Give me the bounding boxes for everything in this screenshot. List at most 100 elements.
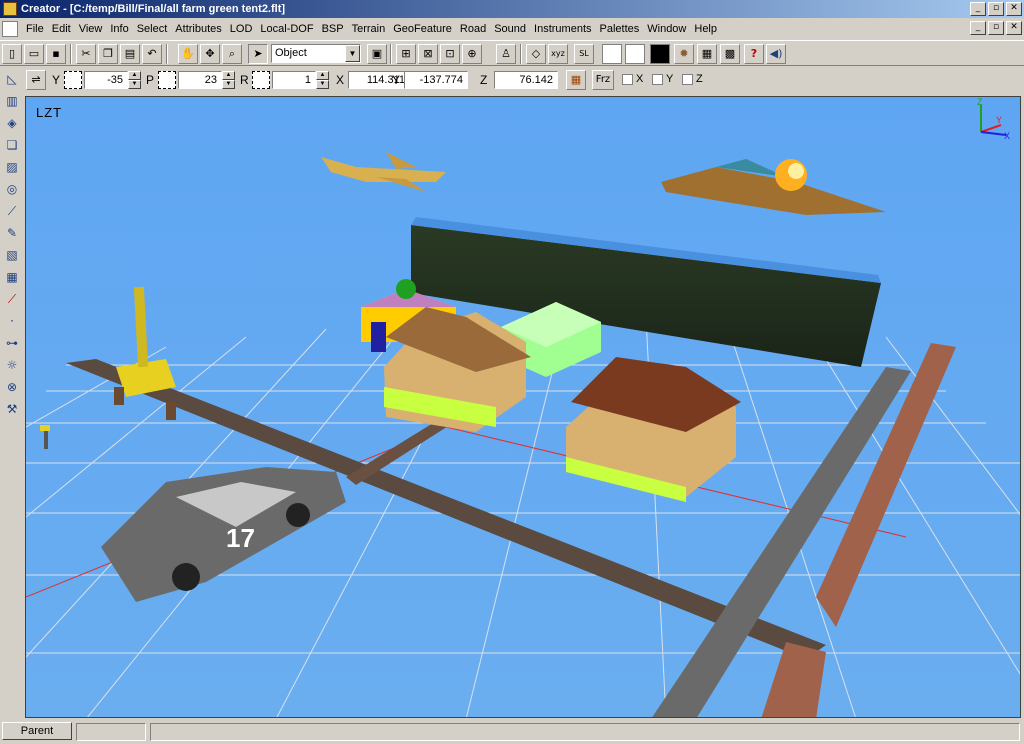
roll-lock-icon[interactable] [252, 71, 270, 89]
pointer-icon[interactable]: ➤ [248, 44, 268, 64]
sl-button[interactable]: SL [574, 44, 594, 64]
image-icon[interactable]: ▦ [2, 267, 22, 287]
modify-geometry-icon[interactable]: ◈ [2, 113, 22, 133]
transform-mode-icon[interactable]: ⇌ [26, 70, 46, 90]
eyepoint-icon[interactable]: ♙ [496, 44, 516, 64]
axis-z-label: Z [977, 97, 983, 107]
axis-x-label: X [1004, 131, 1010, 141]
menu-road[interactable]: Road [456, 23, 490, 35]
texture-icon[interactable]: ✹ [674, 44, 694, 64]
menu-attributes[interactable]: Attributes [171, 23, 225, 35]
lock-x-checkbox[interactable] [622, 74, 633, 85]
cut-icon[interactable]: ✂ [76, 44, 96, 64]
new-file-icon[interactable]: ▯ [2, 44, 22, 64]
move-icon[interactable]: ✥ [200, 44, 220, 64]
hierarchy-icon[interactable]: ⊶ [2, 333, 22, 353]
view-icon[interactable]: ◇ [526, 44, 546, 64]
texture-map-icon[interactable]: ▧ [2, 245, 22, 265]
zoom-icon[interactable]: ⌕ [222, 44, 242, 64]
vertex-icon[interactable]: · [2, 311, 22, 331]
document-icon[interactable] [2, 20, 18, 37]
doc-close-button[interactable]: ✕ [1006, 21, 1022, 35]
sound-icon[interactable]: ◀) [766, 44, 786, 64]
zoom-select-icon[interactable]: ⊞ [396, 44, 416, 64]
color-swatch-white-2[interactable] [625, 44, 645, 64]
center-view-icon[interactable]: ⊕ [462, 44, 482, 64]
parent-button[interactable]: Parent [2, 722, 72, 740]
zoom-extents-icon[interactable]: ⊡ [440, 44, 460, 64]
minimize-button[interactable]: _ [970, 2, 986, 16]
slice-icon[interactable]: ⟋ [2, 201, 22, 221]
roll-spinner[interactable]: ▲ ▼ [316, 71, 329, 89]
status-panel-2 [150, 723, 1020, 741]
menu-terrain[interactable]: Terrain [348, 23, 390, 35]
undo-icon[interactable]: ↶ [142, 44, 162, 64]
pan-hand-icon[interactable]: ✋ [178, 44, 198, 64]
save-icon[interactable]: ▪ [46, 44, 66, 64]
menu-info[interactable]: Info [106, 23, 132, 35]
jet-aircraft-2[interactable] [661, 159, 886, 215]
extrude-icon[interactable]: ▨ [2, 157, 22, 177]
z-coord-input[interactable]: 76.142 [494, 71, 558, 89]
y-coord-input[interactable]: -137.774 [404, 71, 468, 89]
dof-icon[interactable]: ⊗ [2, 377, 22, 397]
create-polygon-icon[interactable]: ◺ [2, 69, 22, 89]
yaw-input[interactable]: -35 [84, 71, 128, 89]
create-cylinder-icon[interactable]: ▥ [2, 91, 22, 111]
roll-input[interactable]: 1 [272, 71, 316, 89]
lights-icon[interactable]: ☼ [2, 355, 22, 375]
menu-palettes[interactable]: Palettes [596, 23, 644, 35]
menu-lod[interactable]: LOD [226, 23, 257, 35]
paint-icon[interactable]: ✎ [2, 223, 22, 243]
pitch-input[interactable]: 23 [178, 71, 222, 89]
menu-view[interactable]: View [75, 23, 107, 35]
freeze-button[interactable]: Frz [592, 70, 614, 90]
x-coord-input[interactable]: 114.311 [348, 71, 410, 89]
line-icon[interactable]: ⟋ [2, 289, 22, 309]
x-coord-label: X [336, 73, 345, 87]
help-icon[interactable]: ? [744, 44, 764, 64]
copy-icon[interactable]: ❐ [98, 44, 118, 64]
fit-view-icon[interactable]: ⊠ [418, 44, 438, 64]
lock-z-checkbox[interactable] [682, 74, 693, 85]
xyz-button[interactable]: xyz [548, 44, 568, 64]
farm-house-2[interactable] [566, 357, 741, 502]
menu-help[interactable]: Help [690, 23, 721, 35]
maximize-button[interactable]: ▫ [988, 2, 1004, 16]
grid-toggle-icon[interactable]: ▩ [720, 44, 740, 64]
pitch-spinner[interactable]: ▲ ▼ [222, 71, 235, 89]
paste-icon[interactable]: ▤ [120, 44, 140, 64]
chevron-down-icon[interactable]: ▼ [345, 45, 360, 62]
material-icon[interactable]: ▦ [697, 44, 717, 64]
tools-icon[interactable]: ⚒ [2, 399, 22, 419]
lock-y-checkbox[interactable] [652, 74, 663, 85]
doc-restore-button[interactable]: ▫ [988, 21, 1004, 35]
yaw-lock-icon[interactable] [64, 71, 82, 89]
grid-snap-icon[interactable]: ▦ [566, 70, 586, 90]
open-folder-icon[interactable]: ▭ [24, 44, 44, 64]
menu-file[interactable]: File [22, 23, 48, 35]
menu-instruments[interactable]: Instruments [530, 23, 595, 35]
menu-window[interactable]: Window [643, 23, 690, 35]
menu-bsp[interactable]: BSP [318, 23, 348, 35]
color-swatch-black[interactable] [650, 44, 670, 64]
pitch-lock-icon[interactable] [158, 71, 176, 89]
3d-viewport[interactable]: 17 Z Y X LZT [25, 96, 1021, 718]
menu-local-dof[interactable]: Local-DOF [256, 23, 317, 35]
scene-canvas[interactable]: 17 Z Y X [26, 97, 1021, 718]
lamp-icon[interactable] [40, 425, 50, 449]
race-car[interactable]: 17 [101, 467, 346, 602]
doc-minimize-button[interactable]: _ [970, 21, 986, 35]
select-mode-dropdown[interactable]: Object ▼ [271, 44, 361, 63]
menu-edit[interactable]: Edit [48, 23, 75, 35]
wall-icon[interactable]: ◎ [2, 179, 22, 199]
close-button[interactable]: ✕ [1006, 2, 1022, 16]
menu-geofeature[interactable]: GeoFeature [389, 23, 456, 35]
jet-aircraft-1[interactable] [321, 152, 446, 192]
menu-sound[interactable]: Sound [490, 23, 530, 35]
menu-select[interactable]: Select [133, 23, 172, 35]
yaw-spinner[interactable]: ▲ ▼ [128, 71, 141, 89]
color-swatch-white[interactable] [602, 44, 622, 64]
select-box-icon[interactable]: ▣ [367, 44, 387, 64]
duplicate-icon[interactable]: ❏ [2, 135, 22, 155]
